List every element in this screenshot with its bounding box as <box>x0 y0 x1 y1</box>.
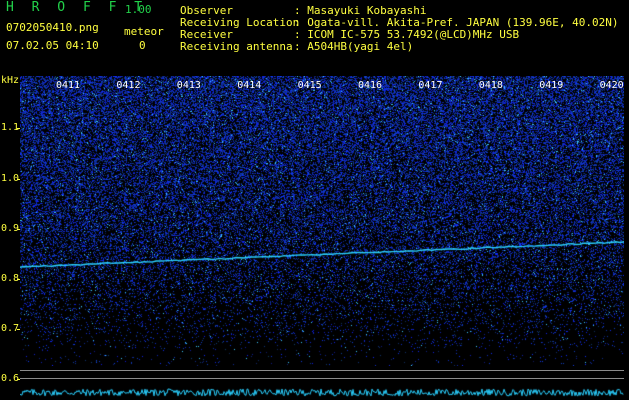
frequency-tick <box>17 379 20 380</box>
image-timestamp: 07.02.05 04:10 <box>6 39 99 52</box>
app-version: 1.00 <box>125 3 152 16</box>
header-panel: H R O F F T 1.00 0702050410.png 07.02.05… <box>0 0 629 76</box>
axis-unit: kHz <box>1 75 20 86</box>
frequency-tick <box>17 128 20 129</box>
time-label: 0419 <box>539 80 564 91</box>
signal-level-strip <box>20 388 624 400</box>
frequency-tick <box>17 329 20 330</box>
antenna-label: Receiving antenna <box>180 40 293 53</box>
time-label: 0417 <box>418 80 443 91</box>
spectrogram <box>20 76 624 366</box>
antenna-value: : A504HB(yagi 4el) <box>294 40 414 53</box>
meteor-label: meteor <box>124 25 164 38</box>
meteor-count: 0 <box>139 39 146 52</box>
frequency-tick <box>17 229 20 230</box>
frequency-tick <box>17 179 20 180</box>
time-label: 0415 <box>297 80 322 91</box>
time-label: 0418 <box>478 80 503 91</box>
image-filename: 0702050410.png <box>6 21 99 34</box>
time-label: 0411 <box>56 80 81 91</box>
frequency-tick <box>17 279 20 280</box>
time-label: 0420 <box>599 80 624 91</box>
reference-line <box>20 378 624 379</box>
time-label: 0416 <box>358 80 383 91</box>
time-label: 0413 <box>176 80 201 91</box>
reference-line <box>20 370 624 371</box>
time-label: 0414 <box>237 80 262 91</box>
time-label: 0412 <box>116 80 141 91</box>
